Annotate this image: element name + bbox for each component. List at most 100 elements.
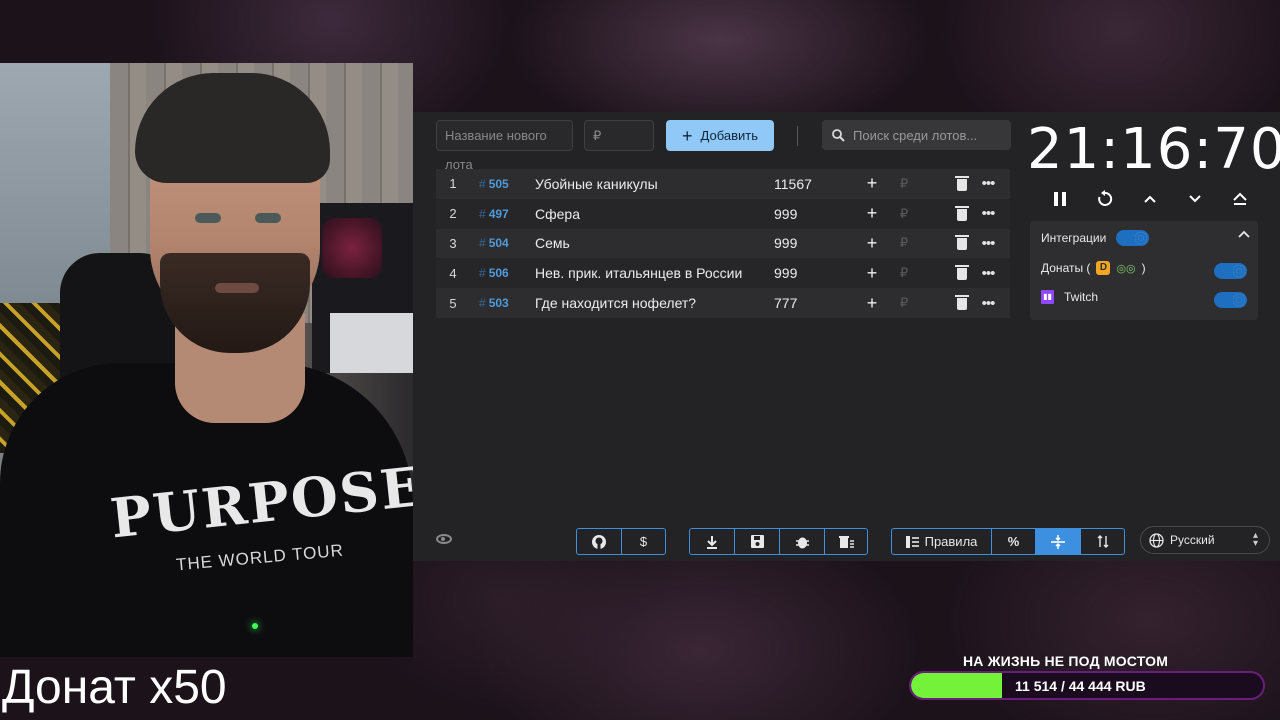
lot-more-button[interactable]: ••• (975, 205, 1001, 222)
sort-button[interactable] (1081, 529, 1124, 554)
add-lot-button[interactable]: + Добавить (666, 120, 774, 151)
integrations-toggle[interactable] (1116, 230, 1149, 246)
lot-name[interactable]: Убойные каникулы (535, 176, 774, 192)
toolbar-divider (797, 126, 798, 146)
github-icon (592, 534, 606, 549)
lot-add-amount-button[interactable]: + (859, 233, 885, 254)
links-group: $ (576, 528, 666, 555)
trash-icon (955, 265, 969, 281)
lot-id: #506 (470, 266, 535, 280)
rules-label: Правила (924, 534, 978, 549)
language-select[interactable]: Русский ▴ ▾ (1140, 526, 1270, 554)
lot-name-input[interactable]: Название нового лота (436, 120, 573, 172)
save-icon (750, 535, 764, 548)
donations-toggle[interactable] (1214, 263, 1247, 279)
hash-icon: # (479, 236, 486, 251)
hash-icon: # (479, 266, 486, 281)
rules-button[interactable]: Правила (892, 529, 992, 554)
bug-report-button[interactable] (780, 529, 825, 554)
chevron-down-icon (1189, 195, 1201, 203)
save-button[interactable] (735, 529, 780, 554)
lot-more-button[interactable]: ••• (975, 175, 1001, 192)
auction-app-panel: Название нового лота ₽ + Добавить Поиск … (413, 112, 1280, 561)
lot-more-button[interactable]: ••• (975, 235, 1001, 252)
lot-id: #504 (470, 236, 535, 250)
download-button[interactable] (690, 529, 735, 554)
pause-button[interactable] (1046, 185, 1074, 213)
hash-icon: # (479, 176, 486, 191)
percent-icon: % (1007, 534, 1020, 549)
lot-amount: 777 (774, 295, 798, 312)
trash-icon (955, 235, 969, 251)
globe-icon (1149, 532, 1164, 548)
lot-name[interactable]: Где находится нофелет? (535, 295, 774, 311)
chevron-up-icon (1238, 230, 1250, 238)
view-options-group: Правила % (891, 528, 1125, 555)
rules-icon (905, 535, 919, 548)
lot-index: 4 (449, 265, 457, 281)
lot-id: #497 (470, 207, 535, 221)
reset-timer-button[interactable] (1091, 185, 1119, 213)
lot-search-input[interactable]: Поиск среди лотов... (822, 120, 1011, 150)
donate-dollar-button[interactable]: $ (622, 529, 665, 554)
hash-icon: # (479, 206, 486, 221)
lot-delete-button[interactable] (923, 175, 975, 192)
lot-add-amount-button[interactable]: + (859, 203, 885, 224)
visibility-toggle-icon[interactable] (436, 534, 452, 544)
percent-button[interactable]: % (992, 529, 1036, 554)
lot-rub-input[interactable]: ₽ (885, 206, 923, 222)
lot-row: 5 #503 Где находится нофелет? 777 + ₽ ••… (436, 288, 1010, 318)
timer-controls (1040, 185, 1260, 213)
lot-rub-input[interactable]: ₽ (885, 295, 923, 311)
collapse-rows-icon (1051, 534, 1065, 549)
lot-name[interactable]: Нев. прик. итальянцев в России (535, 265, 774, 281)
lot-amount: 999 (774, 205, 798, 222)
compact-view-button[interactable] (1036, 529, 1081, 554)
timer-increase-button[interactable] (1136, 185, 1164, 213)
github-button[interactable] (577, 529, 622, 554)
trash-icon (955, 175, 969, 191)
lot-add-amount-button[interactable]: + (859, 173, 885, 194)
integrations-panel: Интеграции Донаты ( D ◎◎ ) ▮▮ Twitch (1030, 221, 1258, 320)
lot-delete-button[interactable] (923, 265, 975, 281)
lot-add-amount-button[interactable]: + (859, 293, 885, 314)
lot-row: 1 #505 Убойные каникулы 11567 + ₽ ••• (436, 169, 1010, 199)
collapse-integrations-button[interactable] (1238, 227, 1250, 241)
lot-more-button[interactable]: ••• (975, 295, 1001, 312)
lot-delete-button[interactable] (923, 235, 975, 251)
twitch-label: Twitch (1064, 290, 1099, 304)
lot-row: 4 #506 Нев. прик. итальянцев в России 99… (436, 258, 1010, 289)
lot-id-value: 504 (488, 236, 509, 251)
lot-delete-button[interactable] (923, 295, 975, 311)
dollar-icon: $ (639, 534, 648, 549)
webcam-figure (322, 218, 382, 278)
trash-list-icon (838, 535, 854, 548)
lot-name[interactable]: Семь (535, 235, 774, 251)
lot-id-value: 506 (488, 266, 509, 281)
reset-icon (1098, 190, 1113, 206)
lot-index: 2 (449, 206, 457, 222)
clear-all-button[interactable] (825, 529, 867, 554)
webcam-person-mouth (215, 283, 259, 293)
timer-double-up-button[interactable] (1226, 185, 1254, 213)
lot-rub-input[interactable]: ₽ (885, 176, 923, 192)
lot-id-value: 497 (488, 206, 509, 221)
donatepay-icon: D (1096, 261, 1111, 275)
lot-price-input[interactable]: ₽ (584, 120, 654, 151)
lot-delete-button[interactable] (923, 205, 975, 222)
lot-toolbar: Название нового лота ₽ + Добавить Поиск … (413, 112, 1023, 172)
hash-icon: # (479, 296, 486, 311)
webcam-eye-left (195, 213, 221, 223)
twitch-toggle[interactable] (1214, 292, 1247, 308)
timer-decrease-button[interactable] (1181, 185, 1209, 213)
chevron-up-bar-icon (1233, 192, 1247, 205)
lot-index: 1 (449, 176, 457, 192)
lot-rub-input[interactable]: ₽ (885, 265, 923, 281)
file-actions-group (689, 528, 868, 555)
lot-rub-input[interactable]: ₽ (885, 235, 923, 251)
lot-add-amount-button[interactable]: + (859, 263, 885, 284)
pause-icon (1054, 192, 1066, 206)
lot-more-button[interactable]: ••• (975, 265, 1001, 282)
lot-row: 3 #504 Семь 999 + ₽ ••• (436, 228, 1010, 259)
lot-name[interactable]: Сфера (535, 206, 774, 222)
